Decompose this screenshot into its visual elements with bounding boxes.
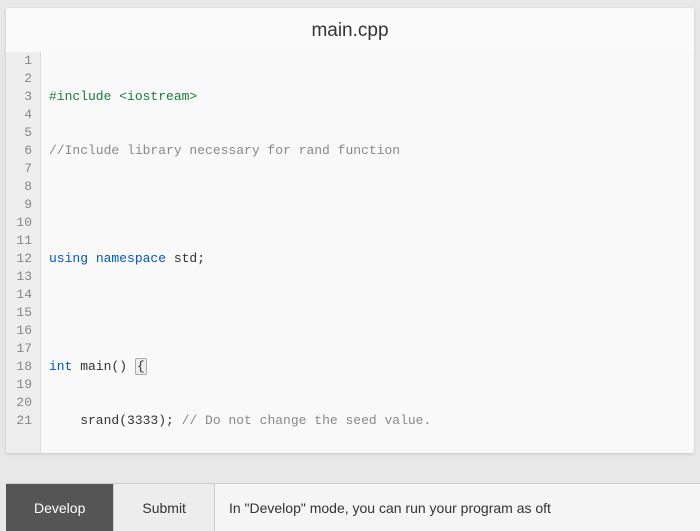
develop-tab[interactable]: Develop: [6, 484, 114, 531]
line-num: 21: [6, 412, 32, 430]
line-num: 15: [6, 304, 32, 322]
line-num: 5: [6, 124, 32, 142]
code-line: [49, 196, 595, 214]
code-line: [49, 304, 595, 322]
line-num: 12: [6, 250, 32, 268]
code-editor[interactable]: 1 2 3 4 5 6 7 8 9 10 11 12 13 14 15 16 1…: [6, 52, 694, 453]
line-num: 11: [6, 232, 32, 250]
line-num: 1: [6, 52, 32, 70]
editor-window: main.cpp 1 2 3 4 5 6 7 8 9 10 11 12 13 1…: [6, 8, 694, 453]
line-num: 3: [6, 88, 32, 106]
code-content[interactable]: #include <iostream> //Include library ne…: [41, 52, 595, 453]
line-num: 4: [6, 106, 32, 124]
submit-tab[interactable]: Submit: [114, 484, 215, 531]
line-num: 6: [6, 142, 32, 160]
line-num: 8: [6, 178, 32, 196]
line-num: 10: [6, 214, 32, 232]
line-num: 7: [6, 160, 32, 178]
line-num: 19: [6, 376, 32, 394]
code-line: //Include library necessary for rand fun…: [49, 142, 595, 160]
filename-label: main.cpp: [6, 8, 694, 52]
line-num: 18: [6, 358, 32, 376]
line-gutter: 1 2 3 4 5 6 7 8 9 10 11 12 13 14 15 16 1…: [6, 52, 41, 453]
code-line: srand(3333); // Do not change the seed v…: [49, 412, 595, 430]
mode-bar: Develop Submit In "Develop" mode, you ca…: [6, 483, 700, 531]
mode-hint: In "Develop" mode, you can run your prog…: [215, 500, 551, 516]
code-line: #include <iostream>: [49, 88, 595, 106]
code-line: int main() {: [49, 358, 595, 376]
line-num: 20: [6, 394, 32, 412]
line-num: 16: [6, 322, 32, 340]
line-num: 9: [6, 196, 32, 214]
code-line: using namespace std;: [49, 250, 595, 268]
line-num: 17: [6, 340, 32, 358]
line-num: 2: [6, 70, 32, 88]
line-num: 14: [6, 286, 32, 304]
line-num: 13: [6, 268, 32, 286]
